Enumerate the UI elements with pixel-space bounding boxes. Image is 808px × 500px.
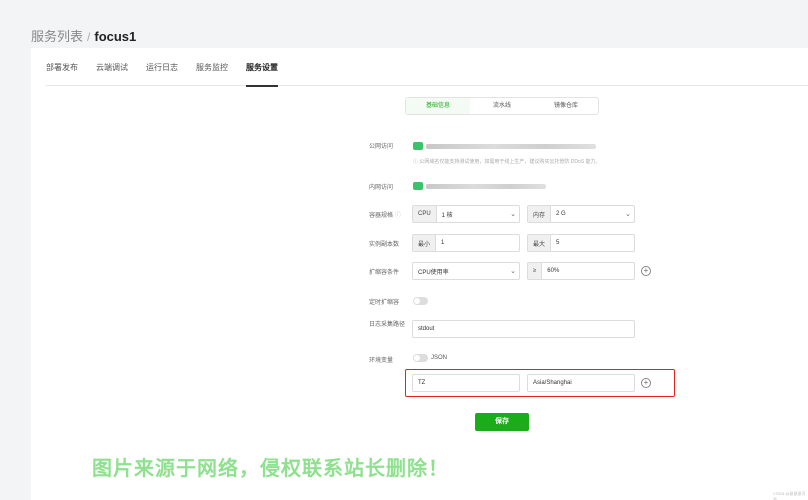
env-key-input[interactable]: TZ xyxy=(412,374,520,392)
memory-select[interactable]: 内存 2 G ⌄ xyxy=(527,205,635,223)
chevron-down-icon: ⌄ xyxy=(510,211,516,218)
tab-run-logs[interactable]: 运行日志 xyxy=(146,48,178,86)
watermark-text: 图片来源于网络，侵权联系站长删除！ xyxy=(92,458,449,480)
scale-condition-label: 扩缩容条件 xyxy=(369,270,400,276)
internal-domain-blurred[interactable] xyxy=(426,184,546,189)
scale-metric-value: CPU使用率 xyxy=(418,269,449,276)
tab-deploy[interactable]: 部署发布 xyxy=(46,48,78,86)
log-path-value: stdout xyxy=(418,326,435,332)
log-path-label: 日志采集路径 xyxy=(369,322,406,328)
page-title: focus1 xyxy=(94,29,137,44)
cpu-value: 1 核 xyxy=(441,212,453,219)
max-value: 5 xyxy=(556,240,560,246)
json-toggle[interactable] xyxy=(413,354,428,362)
scale-metric-select[interactable]: CPU使用率 ⌄ xyxy=(412,262,520,280)
add-env-var-icon[interactable]: + xyxy=(641,378,651,388)
public-access-icon xyxy=(413,142,423,150)
internal-access-icon xyxy=(413,182,423,190)
tab-cloud-debug[interactable]: 云端调试 xyxy=(96,48,128,86)
segment-image-repo[interactable]: 镜像仓库 xyxy=(534,98,598,114)
scale-threshold-value: 60% xyxy=(547,268,560,274)
replicas-label: 实例副本数 xyxy=(369,242,400,248)
breadcrumb-service-list[interactable]: 服务列表 xyxy=(31,26,83,45)
spec-label: 容器规格 ⓘ xyxy=(369,210,401,219)
spec-label-text: 容器规格 xyxy=(369,213,394,219)
public-access-hint: ⓘ 公网域名仅能支持测试使用，如需用于线上生产，建议购买云托管防 DDoS 能力… xyxy=(413,159,601,165)
segment-pipeline[interactable]: 流水线 xyxy=(470,98,534,114)
env-value-input[interactable]: Asia/Shanghai xyxy=(527,374,635,392)
segment-basic-info[interactable]: 基础信息 xyxy=(406,98,470,114)
content-card: 部署发布 云端调试 运行日志 服务监控 服务设置 基础信息 流水线 镜像仓库 公… xyxy=(31,48,808,500)
internal-access-label: 内网访问 xyxy=(369,185,394,191)
cpu-prefix: CPU xyxy=(413,206,437,222)
save-button[interactable]: 保存 xyxy=(475,413,529,431)
cron-scale-label: 定时扩缩容 xyxy=(369,300,400,306)
log-path-input[interactable]: stdout xyxy=(412,320,635,338)
scale-operator: ≥ xyxy=(528,263,543,279)
tab-bar: 部署发布 云端调试 运行日志 服务监控 服务设置 xyxy=(46,48,808,87)
tab-monitor[interactable]: 服务监控 xyxy=(196,48,228,86)
json-label: JSON xyxy=(431,355,448,361)
tab-settings[interactable]: 服务设置 xyxy=(246,48,278,87)
info-icon[interactable]: ⓘ xyxy=(395,213,401,219)
cpu-select[interactable]: CPU 1 核 ⌄ xyxy=(412,205,520,223)
chevron-down-icon: ⌄ xyxy=(510,268,516,275)
chevron-down-icon: ⌄ xyxy=(625,211,631,218)
min-value: 1 xyxy=(441,240,445,246)
max-prefix: 最大 xyxy=(528,235,552,251)
breadcrumb: 服务列表 / focus1 xyxy=(31,26,136,45)
memory-prefix: 内存 xyxy=(528,206,552,222)
max-replicas-input[interactable]: 最大 5 xyxy=(527,234,635,252)
footnote-credit: CSDN @鼠鼠很可爱 xyxy=(773,491,806,500)
add-condition-icon[interactable]: + xyxy=(641,266,651,276)
settings-segment-control: 基础信息 流水线 镜像仓库 xyxy=(405,97,599,115)
breadcrumb-separator: / xyxy=(87,30,91,44)
env-vars-label: 环境变量 xyxy=(369,358,394,364)
min-replicas-input[interactable]: 最小 1 xyxy=(412,234,520,252)
env-key-value: TZ xyxy=(418,380,426,386)
scale-threshold-input[interactable]: ≥ 60% xyxy=(527,262,635,280)
public-domain-blurred[interactable] xyxy=(426,144,596,149)
min-prefix: 最小 xyxy=(413,235,437,251)
env-value-value: Asia/Shanghai xyxy=(533,380,572,386)
public-access-label: 公网访问 xyxy=(369,144,394,150)
memory-value: 2 G xyxy=(556,211,566,217)
cron-scale-toggle[interactable] xyxy=(413,297,428,305)
